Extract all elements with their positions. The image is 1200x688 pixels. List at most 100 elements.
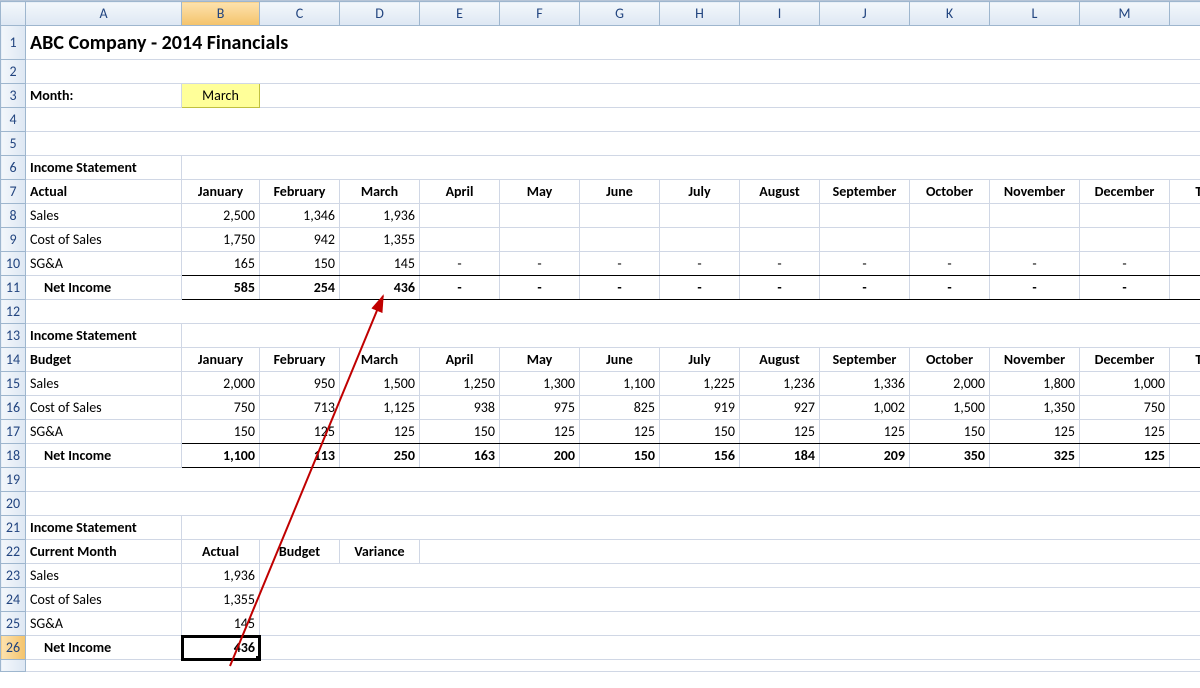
cell[interactable]: 2,000 bbox=[910, 372, 990, 396]
row-2[interactable]: 2 bbox=[1, 60, 26, 84]
cell[interactable]: 1,100 bbox=[182, 444, 260, 468]
cell[interactable]: 713 bbox=[260, 396, 340, 420]
val-sales-c[interactable]: 1,936 bbox=[182, 564, 260, 588]
cell[interactable] bbox=[660, 204, 740, 228]
row-4[interactable]: 4 bbox=[1, 108, 26, 132]
cell[interactable]: 113 bbox=[260, 444, 340, 468]
row-3[interactable]: 3 bbox=[1, 84, 26, 108]
cell[interactable]: 156 bbox=[660, 444, 740, 468]
cell[interactable]: October bbox=[910, 348, 990, 372]
cell[interactable]: - bbox=[580, 252, 660, 276]
cell[interactable]: 1,800 bbox=[990, 372, 1080, 396]
cell[interactable] bbox=[420, 228, 500, 252]
cell[interactable]: - bbox=[820, 276, 910, 300]
cell[interactable]: 1,500 bbox=[910, 396, 990, 420]
cell[interactable]: 125 bbox=[260, 420, 340, 444]
row-25[interactable]: 25 bbox=[1, 612, 26, 636]
cell[interactable] bbox=[1080, 228, 1170, 252]
cell[interactable]: 1,355 bbox=[340, 228, 420, 252]
cell[interactable]: - bbox=[580, 276, 660, 300]
cell[interactable]: 1,250 bbox=[420, 372, 500, 396]
cell[interactable]: 1,350 bbox=[990, 396, 1080, 420]
cell[interactable]: December bbox=[1080, 348, 1170, 372]
select-all-corner[interactable] bbox=[1, 2, 26, 26]
cell[interactable]: July bbox=[660, 348, 740, 372]
cell[interactable]: September bbox=[820, 180, 910, 204]
cell[interactable] bbox=[990, 204, 1080, 228]
cell[interactable]: - bbox=[420, 276, 500, 300]
month-cell[interactable]: March bbox=[182, 84, 260, 108]
col-H[interactable]: H bbox=[660, 2, 740, 26]
cell[interactable]: 209 bbox=[820, 444, 910, 468]
cell[interactable]: 1,000 bbox=[1080, 372, 1170, 396]
cell[interactable]: June bbox=[580, 348, 660, 372]
cell[interactable]: April bbox=[420, 348, 500, 372]
cell[interactable] bbox=[420, 204, 500, 228]
cell[interactable]: 919 bbox=[660, 396, 740, 420]
cell[interactable]: May bbox=[500, 180, 580, 204]
cell[interactable]: February bbox=[260, 180, 340, 204]
cell[interactable]: - bbox=[500, 276, 580, 300]
cell[interactable]: Total bbox=[1170, 180, 1200, 204]
cell[interactable]: 150 bbox=[660, 420, 740, 444]
cell[interactable]: January bbox=[182, 180, 260, 204]
col-F[interactable]: F bbox=[500, 2, 580, 26]
row-8[interactable]: 8 bbox=[1, 204, 26, 228]
col-N[interactable]: N bbox=[1170, 2, 1200, 26]
cell[interactable]: 125 bbox=[500, 420, 580, 444]
cell[interactable] bbox=[910, 204, 990, 228]
cell[interactable]: 350 bbox=[910, 444, 990, 468]
row-18[interactable]: 18 bbox=[1, 444, 26, 468]
row-5[interactable]: 5 bbox=[1, 132, 26, 156]
cell[interactable] bbox=[820, 228, 910, 252]
cell[interactable] bbox=[990, 228, 1080, 252]
cell[interactable]: October bbox=[910, 180, 990, 204]
cell[interactable] bbox=[740, 204, 820, 228]
cell[interactable]: 16,697 bbox=[1170, 372, 1200, 396]
col-M[interactable]: M bbox=[1080, 2, 1170, 26]
cell[interactable]: 3,324 bbox=[1170, 444, 1200, 468]
cell[interactable]: - bbox=[910, 276, 990, 300]
cell[interactable]: June bbox=[580, 180, 660, 204]
cell[interactable]: 150 bbox=[260, 252, 340, 276]
row-23[interactable]: 23 bbox=[1, 564, 26, 588]
col-B[interactable]: B bbox=[182, 2, 260, 26]
col-J[interactable]: J bbox=[820, 2, 910, 26]
cell[interactable]: - bbox=[990, 276, 1080, 300]
cell[interactable]: 2,000 bbox=[182, 372, 260, 396]
col-D[interactable]: D bbox=[340, 2, 420, 26]
cell[interactable]: - bbox=[1080, 252, 1170, 276]
cell[interactable] bbox=[660, 228, 740, 252]
row-6[interactable]: 6 bbox=[1, 156, 26, 180]
cell[interactable]: 927 bbox=[740, 396, 820, 420]
cell[interactable]: November bbox=[990, 180, 1080, 204]
row-21[interactable]: 21 bbox=[1, 516, 26, 540]
cell[interactable]: 1,936 bbox=[340, 204, 420, 228]
cell[interactable]: 200 bbox=[500, 444, 580, 468]
cell[interactable]: September bbox=[820, 348, 910, 372]
cell[interactable]: 1,002 bbox=[820, 396, 910, 420]
cell[interactable]: - bbox=[740, 276, 820, 300]
cell[interactable]: 1,275 bbox=[1170, 276, 1200, 300]
selected-cell[interactable]: 436 bbox=[182, 636, 260, 660]
cell[interactable]: 150 bbox=[580, 444, 660, 468]
cell[interactable]: - bbox=[660, 276, 740, 300]
cell[interactable]: 436 bbox=[340, 276, 420, 300]
spreadsheet[interactable]: A B C D E F G H I J K L M N 1 ABC Compan… bbox=[0, 0, 1200, 688]
cell[interactable]: 1,750 bbox=[182, 228, 260, 252]
cell[interactable]: 250 bbox=[340, 444, 420, 468]
cell[interactable]: 4,047 bbox=[1170, 228, 1200, 252]
cell[interactable]: 150 bbox=[182, 420, 260, 444]
cell[interactable]: 125 bbox=[1080, 420, 1170, 444]
row-15[interactable]: 15 bbox=[1, 372, 26, 396]
col-A[interactable]: A bbox=[26, 2, 182, 26]
val-sga-c[interactable]: 145 bbox=[182, 612, 260, 636]
cell[interactable]: August bbox=[740, 348, 820, 372]
cell[interactable]: February bbox=[260, 348, 340, 372]
cell[interactable]: 125 bbox=[340, 420, 420, 444]
cell[interactable]: 1,500 bbox=[340, 372, 420, 396]
cell[interactable]: 938 bbox=[420, 396, 500, 420]
row-10[interactable]: 10 bbox=[1, 252, 26, 276]
cell[interactable]: 5,782 bbox=[1170, 204, 1200, 228]
row-14[interactable]: 14 bbox=[1, 348, 26, 372]
